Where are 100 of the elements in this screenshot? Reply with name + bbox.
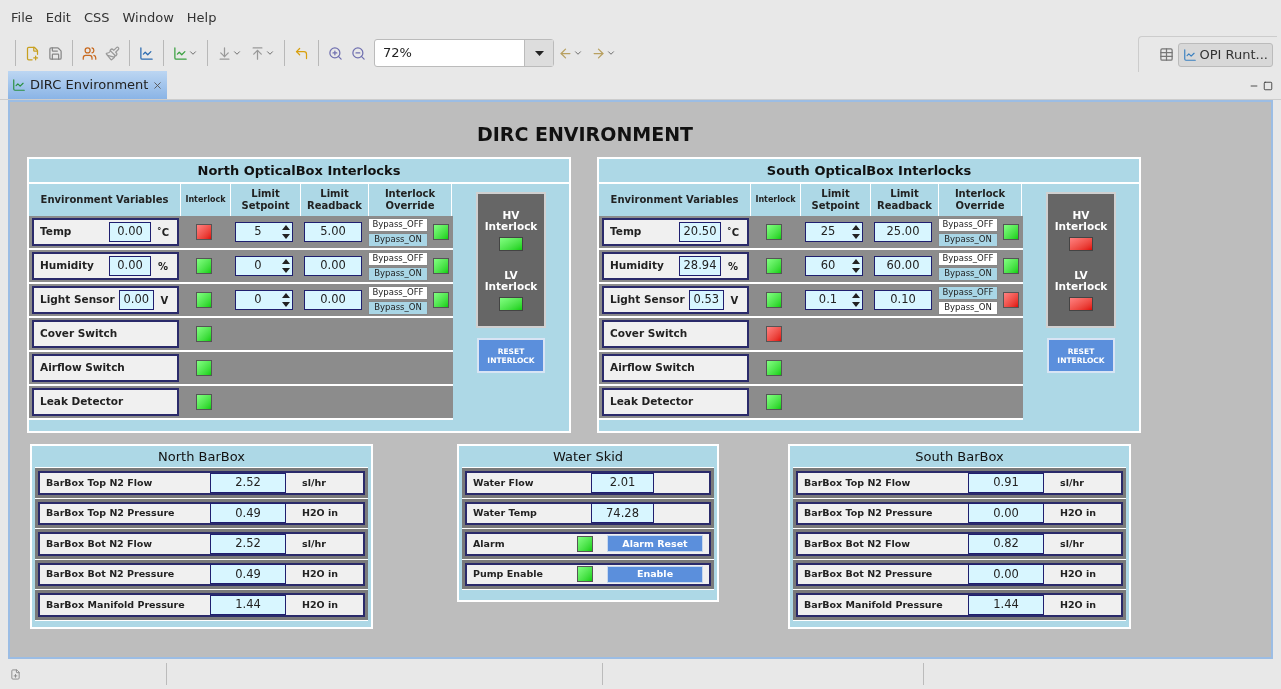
reading-label: BarBox Manifold Pressure bbox=[46, 597, 186, 612]
variable-label: Light Sensor bbox=[610, 292, 685, 308]
menu-item[interactable]: Edit bbox=[40, 8, 76, 28]
bypass-button[interactable]: Bypass_OFF bbox=[938, 251, 998, 266]
setpoint-spinner[interactable]: 60 bbox=[805, 256, 863, 276]
setpoint-spinner[interactable]: 25 bbox=[805, 222, 863, 242]
maximize-icon[interactable] bbox=[1263, 80, 1273, 91]
skid-label: Alarm bbox=[473, 536, 506, 551]
perspective-button[interactable]: OPI Runt... bbox=[1177, 42, 1273, 67]
zoom-combo[interactable]: 72% bbox=[374, 39, 554, 67]
value-readout: 2.52 bbox=[210, 533, 286, 554]
menu-item[interactable]: Help bbox=[181, 8, 222, 28]
reading-label: BarBox Bot N2 Pressure bbox=[804, 567, 934, 582]
reading-label: BarBox Manifold Pressure bbox=[804, 597, 944, 612]
unit-label: H2O in bbox=[302, 597, 338, 612]
variable-label: Leak Detector bbox=[40, 394, 125, 410]
spinner-arrows-icon[interactable] bbox=[850, 291, 862, 309]
value-readout: 5.00 bbox=[304, 222, 362, 242]
indicator-label: HV Interlock bbox=[1053, 209, 1109, 232]
value-readout: 20.50 bbox=[679, 222, 721, 242]
variable-label: Airflow Switch bbox=[610, 360, 696, 376]
bypass-button[interactable]: Bypass_ON bbox=[368, 300, 428, 315]
value-readout: 0.00 bbox=[968, 564, 1044, 585]
menu-item[interactable]: CSS bbox=[78, 8, 115, 28]
value-readout: 74.28 bbox=[591, 503, 654, 524]
value-readout: 0.10 bbox=[874, 290, 932, 310]
page-title: DIRC ENVIRONMENT bbox=[476, 123, 694, 145]
unit-label: % bbox=[727, 259, 739, 274]
indicator-label: HV Interlock bbox=[483, 209, 539, 232]
variable-label: Leak Detector bbox=[610, 394, 695, 410]
variable-label: Temp bbox=[610, 224, 643, 240]
bypass-button[interactable]: Bypass_OFF bbox=[368, 251, 428, 266]
unit-label: sl/hr bbox=[302, 475, 326, 490]
skid-label: Pump Enable bbox=[473, 567, 544, 582]
variable-label: Humidity bbox=[40, 258, 95, 274]
panel-title: North OpticalBox Interlocks bbox=[29, 159, 569, 184]
reading-label: BarBox Bot N2 Flow bbox=[46, 536, 154, 551]
bypass-button[interactable]: Bypass_OFF bbox=[938, 285, 998, 300]
unit-label: ˚C bbox=[155, 225, 171, 240]
unit-label: sl/hr bbox=[302, 536, 326, 551]
value-readout: 0.82 bbox=[968, 533, 1044, 554]
variable-label: Temp bbox=[40, 224, 73, 240]
status-icon bbox=[10, 668, 21, 680]
spinner-arrows-icon[interactable] bbox=[280, 291, 292, 309]
setpoint-spinner[interactable]: 0 bbox=[235, 290, 293, 310]
bypass-button[interactable]: Bypass_ON bbox=[368, 232, 428, 247]
unit-label: ˚C bbox=[725, 225, 741, 240]
indicator-label: LV Interlock bbox=[1053, 269, 1109, 292]
value-readout: 0.00 bbox=[118, 290, 154, 310]
indicator-label: LV Interlock bbox=[483, 269, 539, 292]
chart-icon bbox=[1182, 47, 1197, 62]
value-readout: 1.44 bbox=[968, 594, 1044, 615]
variable-label: Light Sensor bbox=[40, 292, 115, 308]
value-readout: 0.00 bbox=[304, 290, 362, 310]
menu-item[interactable]: Window bbox=[117, 8, 179, 28]
reading-label: BarBox Top N2 Flow bbox=[46, 475, 154, 490]
skid-label: Water Temp bbox=[473, 506, 538, 521]
unit-label: V bbox=[729, 293, 740, 308]
editor-tab[interactable]: DIRC Environment bbox=[8, 71, 168, 99]
menu-item[interactable]: File bbox=[6, 8, 38, 28]
unit-label: V bbox=[159, 293, 170, 308]
setpoint-spinner[interactable]: 5 bbox=[235, 222, 293, 242]
close-icon[interactable] bbox=[152, 79, 164, 91]
value-readout: 28.94 bbox=[679, 256, 721, 276]
variable-label: Humidity bbox=[610, 258, 665, 274]
variable-label: Cover Switch bbox=[610, 326, 689, 342]
bypass-button[interactable]: Bypass_ON bbox=[368, 266, 428, 281]
unit-label: sl/hr bbox=[1060, 536, 1084, 551]
bypass-button[interactable]: Bypass_OFF bbox=[368, 217, 428, 232]
spinner-arrows-icon[interactable] bbox=[850, 223, 862, 241]
dropdown-caret-icon[interactable] bbox=[534, 50, 544, 56]
value-readout: 0.49 bbox=[210, 503, 286, 524]
bypass-button[interactable]: Bypass_OFF bbox=[368, 285, 428, 300]
value-readout: 0.00 bbox=[109, 256, 151, 276]
setpoint-spinner[interactable]: 0 bbox=[235, 256, 293, 276]
skid-label: Water Flow bbox=[473, 475, 535, 490]
unit-label: H2O in bbox=[302, 567, 338, 582]
value-readout: 1.44 bbox=[210, 594, 286, 615]
unit-label: H2O in bbox=[302, 506, 338, 521]
variable-label: Cover Switch bbox=[40, 326, 119, 342]
value-readout: 60.00 bbox=[874, 256, 932, 276]
value-readout: 0.49 bbox=[210, 564, 286, 585]
spinner-arrows-icon[interactable] bbox=[280, 257, 292, 275]
value-readout: 25.00 bbox=[874, 222, 932, 242]
bypass-button[interactable]: Bypass_ON bbox=[938, 232, 998, 247]
value-readout: 0.00 bbox=[304, 256, 362, 276]
unit-label: H2O in bbox=[1060, 506, 1096, 521]
setpoint-spinner[interactable]: 0.1 bbox=[805, 290, 863, 310]
bypass-button[interactable]: Bypass_OFF bbox=[938, 217, 998, 232]
reading-label: BarBox Top N2 Pressure bbox=[804, 506, 934, 521]
reading-label: BarBox Top N2 Flow bbox=[804, 475, 912, 490]
bypass-button[interactable]: Bypass_ON bbox=[938, 300, 998, 315]
variable-label: Airflow Switch bbox=[40, 360, 126, 376]
open-perspective-icon[interactable] bbox=[1158, 47, 1174, 62]
spinner-arrows-icon[interactable] bbox=[850, 257, 862, 275]
unit-label: sl/hr bbox=[1060, 475, 1084, 490]
spinner-arrows-icon[interactable] bbox=[280, 223, 292, 241]
value-readout: 0.00 bbox=[109, 222, 151, 242]
unit-label: H2O in bbox=[1060, 567, 1096, 582]
bypass-button[interactable]: Bypass_ON bbox=[938, 266, 998, 281]
